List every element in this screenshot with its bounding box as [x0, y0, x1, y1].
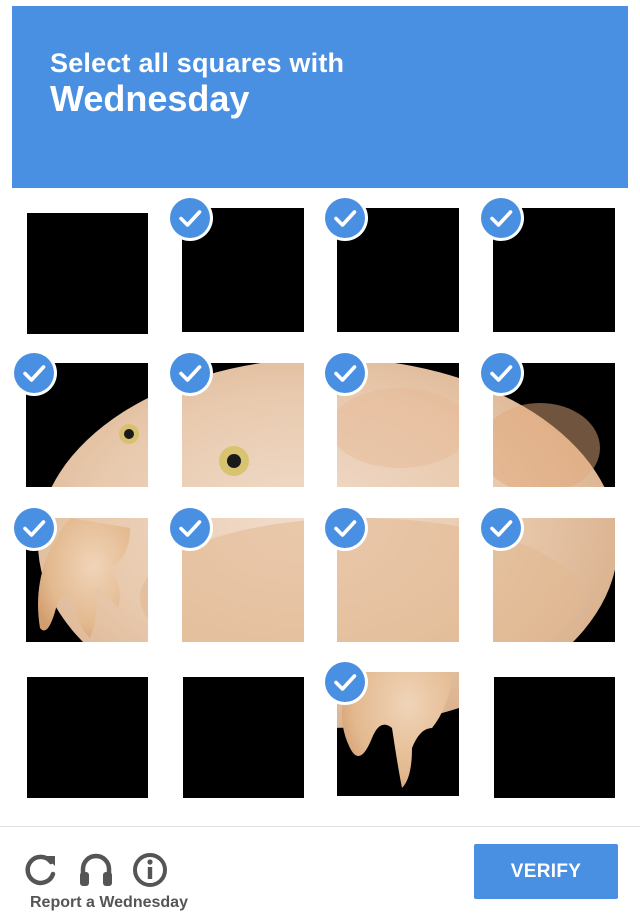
- captcha-tile-r2-c1[interactable]: [0, 343, 156, 499]
- captcha-tile-r2-c3[interactable]: [311, 343, 467, 499]
- checkmark-icon: [170, 198, 210, 238]
- captcha-tile-r2-c2[interactable]: [156, 343, 312, 499]
- verify-button[interactable]: VERIFY: [474, 844, 618, 899]
- instruction-header: Select all squares with Wednesday: [12, 6, 628, 188]
- captcha-tile-r3-c1[interactable]: [0, 498, 156, 654]
- audio-challenge-icon[interactable]: [76, 850, 116, 890]
- captcha-tile-r4-c1[interactable]: [0, 652, 156, 808]
- captcha-tile-r3-c3[interactable]: [311, 498, 467, 654]
- captcha-tile-r2-c4[interactable]: [467, 343, 623, 499]
- captcha-tile-r1-c1[interactable]: [0, 188, 156, 344]
- captcha-widget: Select all squares with Wednesday Report…: [0, 0, 640, 920]
- captcha-tile-r3-c2[interactable]: [156, 498, 312, 654]
- reload-icon[interactable]: [20, 850, 60, 890]
- captcha-tile-r3-c4[interactable]: [467, 498, 623, 654]
- image-grid: [0, 188, 640, 826]
- checkmark-icon: [325, 353, 365, 393]
- tile-image: [494, 677, 615, 798]
- captcha-tile-r1-c3[interactable]: [311, 188, 467, 344]
- tile-image: [27, 677, 148, 798]
- checkmark-icon: [481, 508, 521, 548]
- checkmark-icon: [325, 508, 365, 548]
- tile-image: [27, 213, 148, 334]
- checkmark-icon: [325, 662, 365, 702]
- footer-divider: [0, 826, 640, 827]
- instruction-text: Select all squares with: [50, 48, 345, 78]
- captcha-tile-r4-c3[interactable]: [311, 652, 467, 808]
- instruction-target: Wednesday: [50, 78, 250, 119]
- checkmark-icon: [14, 508, 54, 548]
- checkmark-icon: [170, 508, 210, 548]
- checkmark-icon: [14, 353, 54, 393]
- report-link[interactable]: Report a Wednesday: [30, 894, 188, 912]
- tile-image: [183, 677, 304, 798]
- checkmark-icon: [481, 353, 521, 393]
- captcha-tile-r4-c4[interactable]: [467, 652, 623, 808]
- info-icon[interactable]: [130, 850, 170, 890]
- captcha-tile-r1-c2[interactable]: [156, 188, 312, 344]
- checkmark-icon: [170, 353, 210, 393]
- checkmark-icon: [481, 198, 521, 238]
- captcha-tile-r4-c2[interactable]: [156, 652, 312, 808]
- captcha-tile-r1-c4[interactable]: [467, 188, 623, 344]
- checkmark-icon: [325, 198, 365, 238]
